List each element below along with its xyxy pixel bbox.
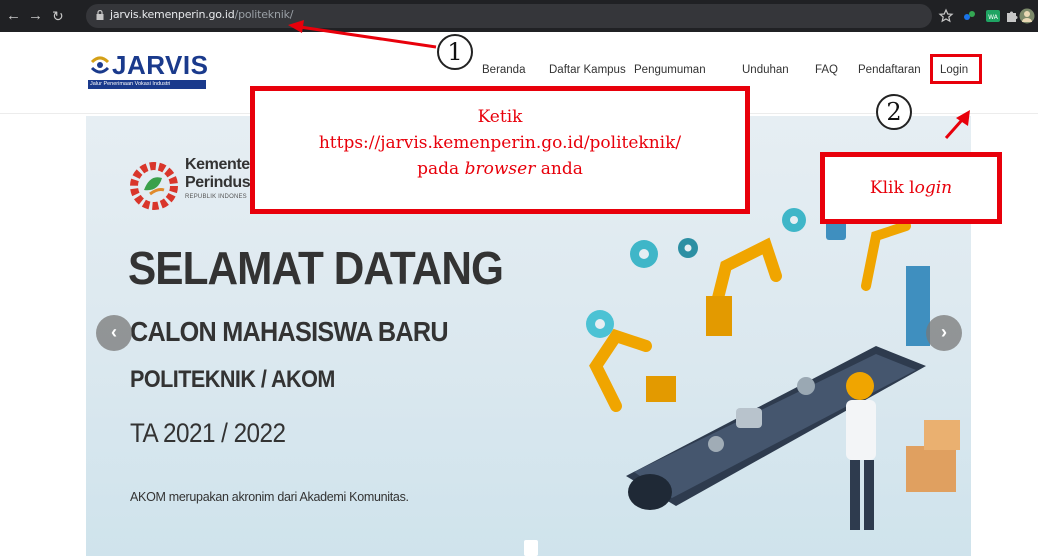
instruction-1-line2: https://jarvis.kemenperin.go.id/politekn… xyxy=(318,133,682,153)
instruction-box-1: Ketik https://jarvis.kemenperin.go.id/po… xyxy=(250,86,750,214)
arrow-head-url xyxy=(288,20,304,33)
instruction-box-2: Klik login xyxy=(820,152,1002,224)
step-1-marker: 1 xyxy=(437,34,473,70)
instruction-2-emphasis: ogin xyxy=(914,178,953,198)
arrow-to-login xyxy=(944,119,964,139)
instruction-2-text: Klik l xyxy=(869,178,915,198)
instruction-1-line3: pada browser anda xyxy=(417,159,583,179)
step-2-marker: 2 xyxy=(876,94,912,130)
instruction-1-line1: Ketik xyxy=(477,107,523,127)
annotation-arrows xyxy=(288,20,970,139)
arrow-to-url xyxy=(299,25,437,49)
login-highlight xyxy=(930,54,982,84)
